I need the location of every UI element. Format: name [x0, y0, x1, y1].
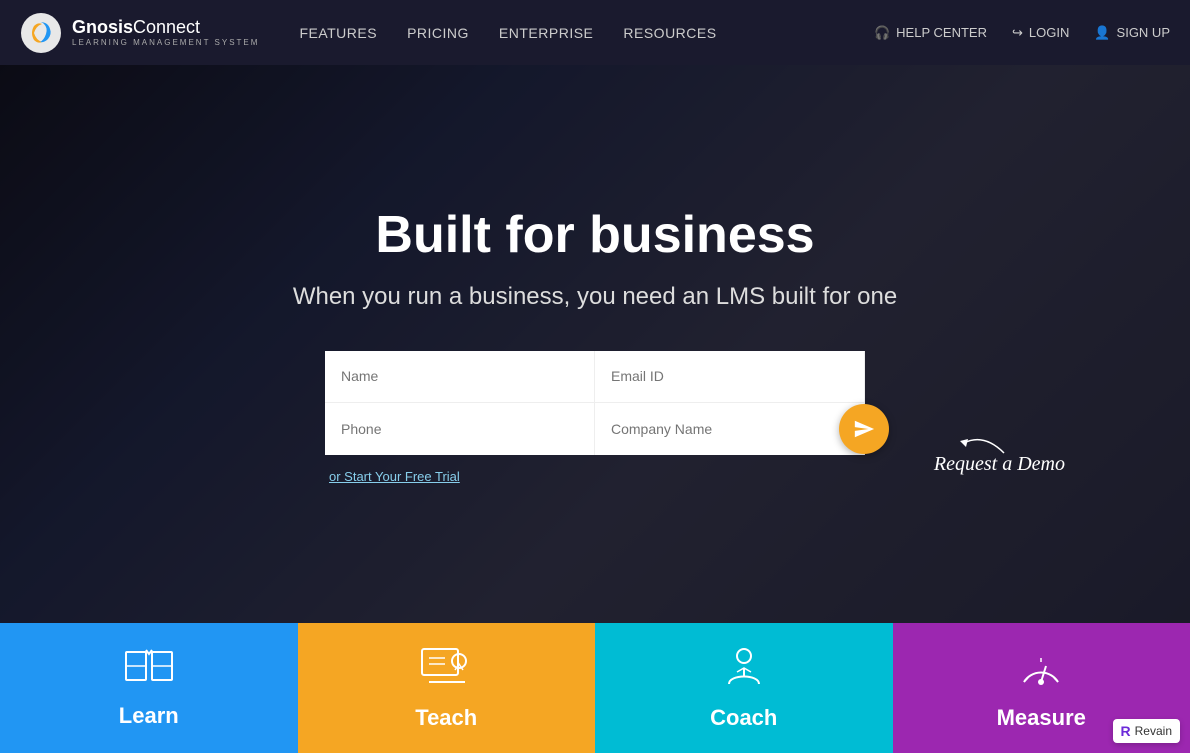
hero-title: Built for business — [0, 205, 1190, 265]
send-icon — [853, 418, 875, 440]
company-col: Request a Demo — [595, 403, 865, 455]
tile-teach-label: Teach — [415, 705, 477, 731]
navbar: GnosisConnect LEARNING MANAGEMENT SYSTEM… — [0, 0, 1190, 65]
nav-links: FEATURES PRICING ENTERPRISE RESOURCES — [299, 25, 874, 41]
tile-coach[interactable]: Coach — [595, 623, 893, 753]
revain-label: Revain — [1135, 724, 1172, 738]
free-trial-link[interactable]: or Start Your Free Trial — [329, 469, 460, 484]
tile-learn-label: Learn — [119, 703, 179, 729]
hero-content: Built for business When you run a busine… — [0, 205, 1190, 484]
bottom-tiles: Learn Teach Coach — [0, 623, 1190, 753]
name-input[interactable] — [325, 351, 595, 403]
form-row-2: Request a Demo — [325, 403, 865, 455]
teach-icon — [419, 646, 474, 697]
tile-coach-label: Coach — [710, 705, 777, 731]
demo-annotation: Request a Demo — [924, 413, 1065, 476]
help-center-link[interactable]: 🎧 HELP CENTER — [874, 25, 987, 41]
tile-measure-label: Measure — [997, 705, 1086, 731]
logo-icon — [20, 12, 62, 54]
submit-button[interactable] — [839, 404, 889, 454]
request-demo-text: Request a Demo — [934, 453, 1065, 476]
form-row-1 — [325, 351, 865, 403]
learn-icon — [124, 648, 174, 695]
nav-right: 🎧 HELP CENTER ↪ LOGIN 👤 SIGN UP — [874, 25, 1170, 41]
hero-section: Built for business When you run a busine… — [0, 65, 1190, 623]
hero-subtitle: When you run a business, you need an LMS… — [0, 283, 1190, 311]
email-input[interactable] — [595, 351, 865, 403]
nav-link-pricing[interactable]: PRICING — [407, 25, 469, 41]
login-link[interactable]: ↪ LOGIN — [1012, 25, 1069, 41]
nav-link-resources[interactable]: RESOURCES — [623, 25, 716, 41]
coach-icon — [719, 646, 769, 697]
company-input[interactable] — [595, 403, 865, 455]
phone-input[interactable] — [325, 403, 595, 455]
logo[interactable]: GnosisConnect LEARNING MANAGEMENT SYSTEM — [20, 12, 259, 54]
revain-badge: R Revain — [1113, 719, 1180, 743]
signup-form: Request a Demo or Start Your Free Trial — [0, 351, 1190, 484]
user-icon: 👤 — [1094, 25, 1110, 41]
email-col — [595, 351, 865, 403]
headphone-icon: 🎧 — [874, 25, 890, 41]
measure-icon — [1016, 646, 1066, 697]
revain-icon: R — [1121, 723, 1131, 739]
tile-teach[interactable]: Teach — [298, 623, 596, 753]
nav-link-features[interactable]: FEATURES — [299, 25, 377, 41]
login-icon: ↪ — [1012, 25, 1023, 41]
nav-link-enterprise[interactable]: ENTERPRISE — [499, 25, 593, 41]
logo-subtitle: LEARNING MANAGEMENT SYSTEM — [72, 38, 259, 47]
tile-learn[interactable]: Learn — [0, 623, 298, 753]
signup-link[interactable]: 👤 SIGN UP — [1094, 25, 1170, 41]
logo-text: GnosisConnect — [72, 18, 259, 38]
